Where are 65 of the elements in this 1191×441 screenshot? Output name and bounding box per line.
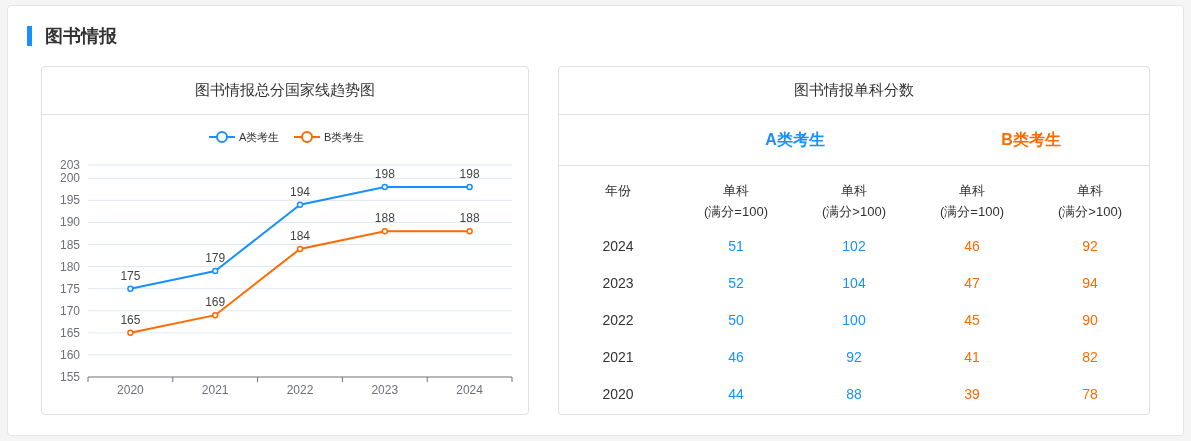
table-cell-text: 104 <box>842 274 866 293</box>
y-tick-label: 160 <box>59 347 80 362</box>
table-cell-text: 2020 <box>602 385 634 404</box>
data-label: 188 <box>459 211 480 226</box>
table-cell-text: 94 <box>1082 274 1098 293</box>
y-tick-label: 175 <box>59 281 80 296</box>
table-cell-text: 2022 <box>602 311 634 330</box>
data-label: 194 <box>290 184 310 199</box>
table-cell-text: 100 <box>842 311 866 330</box>
table-cell-text: 39 <box>964 385 980 404</box>
table-cell-text: 82 <box>1082 348 1098 367</box>
column-header: (满分=100) <box>940 203 1004 221</box>
x-tick-label: 2022 <box>286 383 314 397</box>
card-title: 图书情报总分国家线趋势图 <box>195 80 375 101</box>
column-header: 单科 <box>959 182 985 200</box>
data-label: 179 <box>205 251 226 265</box>
table-cell-text: 44 <box>728 385 744 404</box>
table-cell-text: 90 <box>1082 311 1098 330</box>
x-tick-label: 2020 <box>117 383 144 397</box>
table-cell-text: 46 <box>728 348 744 367</box>
table-cell-text: 2021 <box>602 348 634 367</box>
y-tick-label: 180 <box>59 259 80 274</box>
table-cell-text: 78 <box>1082 385 1098 404</box>
table-cell-text: 50 <box>728 311 744 330</box>
data-label: 198 <box>459 167 480 182</box>
table-cell-text: 41 <box>964 348 980 367</box>
x-tick-label: 2024 <box>456 383 483 397</box>
column-header: 单科 <box>841 182 867 200</box>
table-cell-text: 2023 <box>602 274 634 293</box>
data-label: 188 <box>374 211 395 226</box>
y-tick-label: 200 <box>59 171 80 186</box>
table-cell-text: 92 <box>1082 237 1098 256</box>
y-tick-label: 190 <box>59 215 80 230</box>
table-cell-text: 47 <box>964 274 980 293</box>
y-tick-label: 203 <box>59 158 80 172</box>
section-title: 图书情报 <box>45 24 117 48</box>
table-cell-text: 92 <box>846 348 862 367</box>
y-tick-label: 170 <box>59 303 80 318</box>
column-header: 年份 <box>605 182 631 200</box>
y-tick-label: 185 <box>59 237 80 252</box>
column-header: 单科 <box>723 182 749 200</box>
group-header: B类考生 <box>1001 130 1061 150</box>
data-label: 165 <box>120 312 141 327</box>
table-cell-text: 88 <box>846 385 862 404</box>
x-tick-label: 2023 <box>371 383 399 397</box>
table-cell-text: 102 <box>842 237 866 256</box>
column-header: (满分>100) <box>1058 203 1122 221</box>
y-tick-label: 165 <box>59 325 80 340</box>
column-header: (满分>100) <box>822 203 886 221</box>
x-tick-label: 2021 <box>201 383 229 397</box>
card-title: 图书情报单科分数 <box>794 80 914 101</box>
y-tick-label: 195 <box>59 193 80 208</box>
table-cell-text: 45 <box>964 311 980 330</box>
table-cell-text: 52 <box>728 274 744 293</box>
column-header: (满分=100) <box>704 203 768 221</box>
data-label: 169 <box>205 295 226 310</box>
data-label: 198 <box>374 167 395 182</box>
column-header: 单科 <box>1077 182 1103 200</box>
data-label: 175 <box>120 268 141 283</box>
y-tick-label: 155 <box>59 370 80 384</box>
table-cell-text: 46 <box>964 237 980 256</box>
group-header: A类考生 <box>765 130 825 150</box>
table-cell-text: 51 <box>728 237 744 256</box>
table-cell-text: 2024 <box>602 237 634 256</box>
data-label: 184 <box>290 228 310 243</box>
